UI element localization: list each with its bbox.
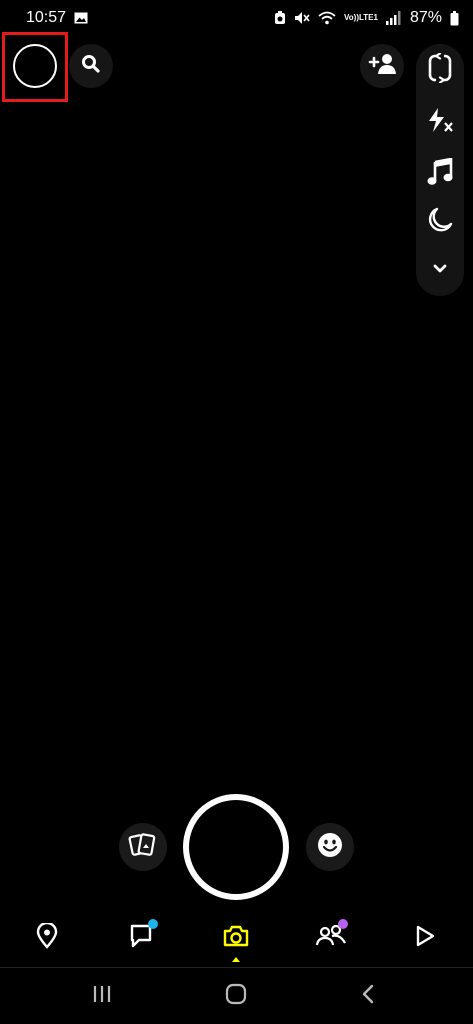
avatar[interactable] xyxy=(13,44,57,88)
flash-button[interactable] xyxy=(416,98,464,146)
nav-friends[interactable] xyxy=(311,919,351,956)
battery-percent: 87% xyxy=(409,9,442,26)
flash-off-icon xyxy=(426,107,454,138)
volte-top: Vo)) xyxy=(344,13,359,22)
friends-badge xyxy=(338,919,348,929)
chevron-down-icon xyxy=(433,261,447,279)
back-button[interactable] xyxy=(348,980,388,1012)
back-icon xyxy=(361,984,375,1009)
music-button[interactable] xyxy=(416,150,464,198)
more-tools-button[interactable] xyxy=(416,246,464,294)
search-icon xyxy=(81,54,101,79)
system-nav-bar xyxy=(0,968,473,1024)
lens-button[interactable] xyxy=(306,823,354,871)
bottom-nav xyxy=(0,908,473,968)
memories-button[interactable] xyxy=(119,823,167,871)
mute-icon xyxy=(294,11,310,25)
clock: 10:57 xyxy=(26,9,67,26)
status-bar: 10:57 Vo)) LTE1 87% xyxy=(0,0,473,36)
profile-highlight-box xyxy=(2,32,68,102)
active-indicator xyxy=(232,957,240,962)
status-right: Vo)) LTE1 87% xyxy=(274,9,459,27)
nav-chat[interactable] xyxy=(121,919,161,956)
volte-indicator: Vo)) LTE1 xyxy=(344,14,378,22)
nav-camera[interactable] xyxy=(216,920,256,962)
chat-badge xyxy=(148,919,158,929)
memories-icon xyxy=(128,831,158,864)
camera-tools-panel xyxy=(416,44,464,296)
camera-icon xyxy=(222,924,250,953)
smiley-icon xyxy=(316,831,344,864)
add-friend-button[interactable] xyxy=(360,44,404,88)
spotlight-icon xyxy=(414,924,436,953)
flip-camera-button[interactable] xyxy=(416,46,464,94)
nav-map[interactable] xyxy=(27,920,67,956)
nav-spotlight[interactable] xyxy=(405,920,445,956)
music-icon xyxy=(427,156,453,191)
search-button[interactable] xyxy=(69,44,113,88)
night-mode-button[interactable] xyxy=(416,198,464,246)
gallery-icon xyxy=(74,12,88,24)
night-mode-icon xyxy=(427,207,453,238)
home-icon xyxy=(225,983,247,1010)
volte-bottom: LTE1 xyxy=(359,13,378,22)
flip-camera-icon xyxy=(427,51,453,88)
recents-button[interactable] xyxy=(82,980,122,1012)
battery-icon xyxy=(450,10,459,26)
shutter-button[interactable] xyxy=(183,794,289,900)
signal-icon xyxy=(385,11,402,25)
alarm-icon xyxy=(274,11,286,25)
add-friend-icon xyxy=(367,53,397,80)
map-pin-icon xyxy=(36,921,58,954)
wifi-icon xyxy=(318,11,336,25)
home-button[interactable] xyxy=(216,980,256,1012)
status-left: 10:57 xyxy=(26,9,88,27)
recents-icon xyxy=(92,985,112,1008)
